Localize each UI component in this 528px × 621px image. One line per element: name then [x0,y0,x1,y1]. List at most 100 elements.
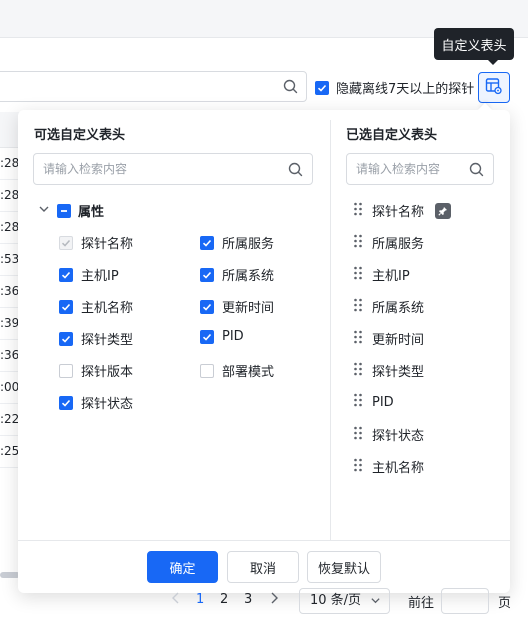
selected-item-label: 所属服务 [372,237,425,252]
pagination: 1 2 3 10 条/页 前往 页 [0,588,528,614]
hide-offline-checkbox[interactable] [315,80,329,95]
option-update-time[interactable]: 更新时间 [200,297,274,316]
search-icon[interactable] [288,162,303,181]
chevron-right-icon[interactable] [270,592,279,608]
drag-handle-icon[interactable] [353,458,363,476]
selected-columns-section: 已选自定义表头 探针名称 所属服务 主机IP 所属系统 更新时间 [331,110,510,540]
option-label: 探针类型 [81,333,134,348]
drag-handle-icon[interactable] [353,426,363,444]
table-cell: :28 [0,148,20,180]
selected-item[interactable]: 所属系统 [353,297,424,316]
page-number[interactable]: 2 [220,592,228,607]
group-checkbox[interactable] [57,203,71,218]
option-checkbox[interactable] [200,235,214,250]
selected-item-label: 探针类型 [372,365,425,380]
option-checkbox[interactable] [59,267,73,282]
option-probe-status[interactable]: 探针状态 [59,393,133,412]
option-host-ip[interactable]: 主机IP [59,265,119,284]
selected-item[interactable]: 探针类型 [353,361,424,380]
table-cell: :00 [0,372,20,404]
pin-icon[interactable] [435,202,452,219]
table-scrollbar[interactable] [0,572,20,578]
cancel-button[interactable]: 取消 [227,551,299,583]
page-number[interactable]: 3 [244,592,252,607]
option-checkbox[interactable] [200,299,214,314]
option-checkbox[interactable] [59,363,73,378]
drag-handle-icon[interactable] [353,202,363,220]
table-search-box[interactable] [0,71,307,102]
table-cell: :36 [0,340,20,372]
option-system[interactable]: 所属系统 [200,265,274,284]
table-cell: :22 [0,404,20,436]
selected-item-label: 主机IP [372,269,410,284]
table-cell: :28 [0,212,20,244]
available-columns-search[interactable] [33,153,313,185]
chevron-down-icon [370,591,381,615]
option-probe-version[interactable]: 探针版本 [59,361,133,380]
option-probe-type[interactable]: 探针类型 [59,329,133,348]
group-label: 属性 [78,205,105,220]
background-table-column: :28 :28 :28 :53 :36 :39 :36 :00 :22 :25 [0,112,20,582]
page-suffix-label: 页 [498,596,512,611]
option-label: 主机IP [81,269,119,284]
selected-item-label: 探针名称 [372,205,425,220]
option-checkbox[interactable] [200,363,214,378]
selected-columns-search[interactable] [346,153,494,185]
available-search-input[interactable] [34,154,312,184]
selected-item-label: PID [372,394,394,410]
page-size-value: 10 条/页 [310,593,362,608]
custom-header-button[interactable] [478,72,510,103]
table-cell: :39 [0,308,20,340]
available-columns-title: 可选自定义表头 [34,128,126,143]
drag-handle-icon[interactable] [353,298,363,316]
custom-header-popover: 可选自定义表头 属性 探针名称 主机 [18,102,510,593]
selected-item[interactable]: PID [353,393,394,411]
drag-handle-icon[interactable] [353,266,363,284]
selected-item[interactable]: 探针状态 [353,425,424,444]
table-cell: :53 [0,244,20,276]
option-label: 主机名称 [81,301,134,316]
option-host-name[interactable]: 主机名称 [59,297,133,316]
option-label: 探针状态 [81,397,134,412]
page-number-current[interactable]: 1 [196,592,204,607]
option-checkbox[interactable] [59,395,73,410]
option-checkbox[interactable] [200,329,214,344]
selected-item[interactable]: 主机IP [353,265,410,284]
option-checkbox[interactable] [59,299,73,314]
selected-item-label: 所属系统 [372,301,425,316]
search-icon[interactable] [283,79,298,98]
option-deploy-mode[interactable]: 部署模式 [200,361,274,380]
chevron-left-icon[interactable] [171,592,180,608]
option-probe-name: 探针名称 [59,233,133,252]
drag-handle-icon[interactable] [353,234,363,252]
option-checkbox[interactable] [59,331,73,346]
drag-handle-icon[interactable] [353,330,363,348]
option-service[interactable]: 所属服务 [200,233,274,252]
option-label: PID [222,329,244,344]
attribute-group[interactable]: 属性 [38,201,104,220]
option-label: 探针名称 [81,237,134,252]
selected-item[interactable]: 主机名称 [353,457,424,476]
option-label: 探针版本 [81,365,134,380]
page-size-select[interactable]: 10 条/页 [299,588,390,614]
option-pid[interactable]: PID [200,329,244,344]
drag-handle-icon[interactable] [353,362,363,380]
confirm-button[interactable]: 确定 [147,551,218,583]
option-checkbox[interactable] [200,267,214,282]
table-cell: :25 [0,436,20,468]
table-cell: :28 [0,180,20,212]
reset-default-button[interactable]: 恢复默认 [307,551,381,583]
drag-handle-icon[interactable] [353,393,363,411]
search-icon[interactable] [469,162,484,181]
selected-item-label: 探针状态 [372,429,425,444]
goto-label: 前往 [408,596,435,611]
custom-header-tooltip: 自定义表头 [434,28,514,65]
hide-offline-label: 隐藏离线7天以上的探针 [336,82,475,97]
hide-offline-toggle[interactable]: 隐藏离线7天以上的探针 [315,78,474,97]
column-settings-icon [485,77,503,99]
chevron-down-icon[interactable] [38,203,50,219]
goto-page-input[interactable] [441,588,489,614]
selected-item[interactable]: 所属服务 [353,233,424,252]
selected-item[interactable]: 探针名称 [353,201,452,220]
selected-item[interactable]: 更新时间 [353,329,424,348]
